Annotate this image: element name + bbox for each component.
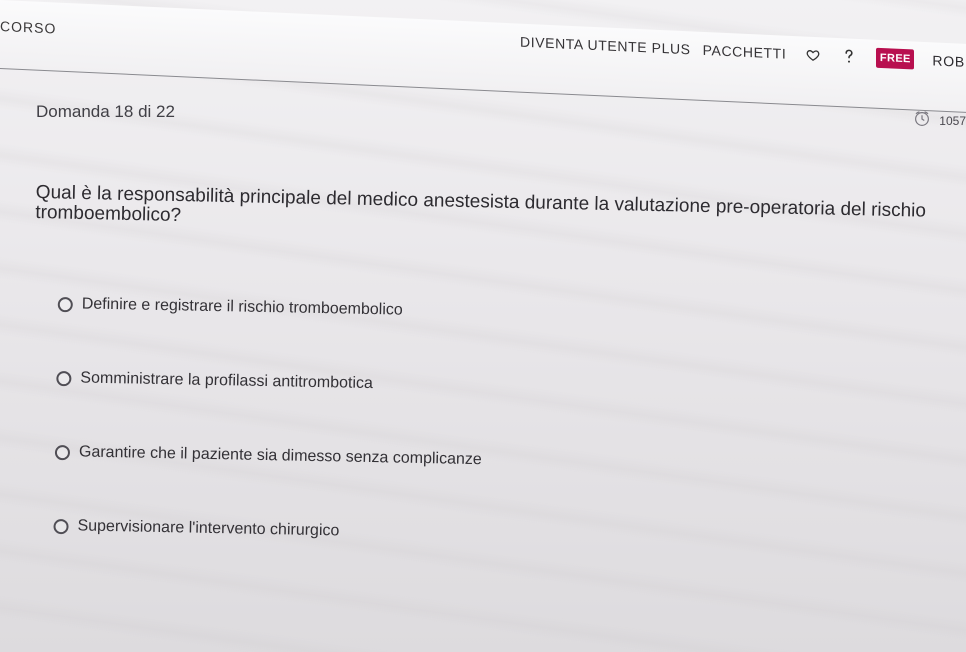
top-header: CORSO DIVENTA UTENTE PLUS PACCHETTI FREE… bbox=[0, 0, 966, 113]
radio-button[interactable] bbox=[54, 444, 71, 460]
option-label: Garantire che il paziente sia dimesso se… bbox=[78, 443, 482, 469]
nav-upgrade-plus[interactable]: DIVENTA UTENTE PLUS bbox=[520, 34, 691, 58]
option-label: Somministrare la profilassi antitromboti… bbox=[80, 369, 374, 393]
radio-button[interactable] bbox=[57, 296, 73, 312]
radio-button[interactable] bbox=[53, 518, 69, 534]
option-label: Supervisionare l'intervento chirurgico bbox=[77, 517, 340, 540]
top-navigation: DIVENTA UTENTE PLUS PACCHETTI FREE ROB bbox=[520, 32, 965, 72]
question-text: Qual è la responsabilità principale del … bbox=[35, 182, 927, 226]
answer-option[interactable]: Definire e registrare il rischio tromboe… bbox=[57, 294, 708, 326]
question-progress: Domanda 18 di 22 bbox=[36, 102, 175, 121]
option-label: Definire e registrare il rischio tromboe… bbox=[81, 295, 403, 319]
timer-display: 1057 bbox=[912, 110, 966, 131]
answer-option[interactable]: Somministrare la profilassi antitromboti… bbox=[56, 368, 706, 400]
help-icon-svg bbox=[845, 49, 853, 63]
answer-options: Definire e registrare il rischio tromboe… bbox=[52, 294, 708, 602]
answer-option[interactable]: Garantire che il paziente sia dimesso se… bbox=[54, 442, 705, 474]
brand-fragment: CORSO bbox=[0, 18, 57, 37]
free-plan-badge[interactable]: FREE bbox=[876, 47, 915, 70]
timer-value: 1057 bbox=[939, 113, 966, 128]
clock-icon bbox=[912, 110, 932, 131]
answer-option[interactable]: Supervisionare l'intervento chirurgico bbox=[53, 516, 703, 548]
radio-button[interactable] bbox=[56, 370, 72, 386]
nav-packages[interactable]: PACCHETTI bbox=[703, 42, 787, 62]
heart-icon[interactable] bbox=[804, 46, 822, 65]
heart-icon-svg bbox=[806, 50, 820, 61]
help-icon[interactable] bbox=[840, 47, 858, 66]
profile-menu-fragment[interactable]: ROB bbox=[932, 52, 965, 69]
